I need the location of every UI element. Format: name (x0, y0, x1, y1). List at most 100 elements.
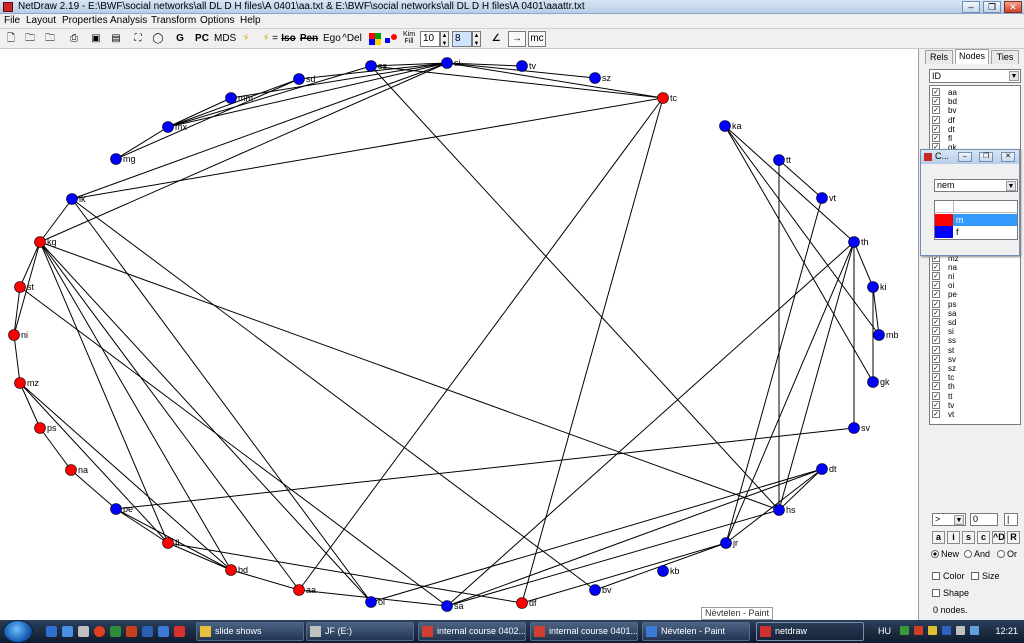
radio-new-indicator[interactable] (931, 550, 939, 558)
node-list-item[interactable]: ✓ sv (930, 354, 1020, 364)
checkmark-icon[interactable]: ✓ (932, 88, 940, 96)
node-list-item[interactable]: ✓ vt (930, 410, 1020, 419)
open-folder-icon[interactable]: 🗀 (22, 31, 38, 47)
node-shape-icon[interactable] (383, 31, 399, 47)
popup-maximize-button[interactable]: ❐ (979, 152, 993, 162)
node-mz[interactable] (14, 377, 26, 389)
color-palette-icon[interactable] (367, 31, 383, 47)
invert-selection-button[interactable]: i (947, 531, 960, 544)
quicklaunch-powerpoint-icon[interactable] (126, 626, 137, 637)
quicklaunch-desktop-icon[interactable] (46, 626, 57, 637)
menu-layout[interactable]: Layout (26, 15, 56, 26)
tab-rels[interactable]: Rels (925, 50, 953, 64)
node-list-item[interactable]: ✓ bv (930, 106, 1020, 115)
new-file-icon[interactable]: 🗋 (3, 31, 19, 47)
node-vt[interactable] (816, 192, 828, 204)
tab-ties[interactable]: Ties (991, 50, 1019, 64)
node-tc[interactable] (657, 92, 669, 104)
spin-value-1[interactable]: 10 (420, 31, 440, 47)
taskbar-button[interactable]: slide shows (196, 622, 304, 641)
checkbox-shape-box[interactable] (932, 589, 940, 597)
node-lk[interactable] (66, 193, 78, 205)
node-list-item[interactable]: ✓ sz (930, 364, 1020, 373)
checkmark-icon[interactable]: ✓ (932, 318, 940, 326)
checkmark-icon[interactable]: ✓ (932, 391, 940, 400)
ego-button[interactable]: Ego (323, 31, 341, 47)
spin-1-arrows[interactable]: ▲ ▼ (440, 31, 449, 47)
node-tv[interactable] (516, 60, 528, 72)
kim-fill-button[interactable]: Kim Fill (402, 31, 416, 47)
node-bv[interactable] (589, 584, 601, 596)
spin-value-2[interactable]: 8 (452, 31, 472, 47)
node-aa[interactable] (293, 584, 305, 596)
node-gk[interactable] (867, 376, 879, 388)
node-list-item[interactable]: ✓ pe (930, 290, 1020, 299)
line-width-icon[interactable]: ∠ (488, 31, 504, 47)
taskbar-button[interactable]: netdraw (756, 622, 864, 641)
tray-bluetooth-icon[interactable] (942, 626, 951, 635)
node-pe[interactable] (110, 503, 122, 515)
node-sa[interactable] (441, 600, 453, 612)
node-kb[interactable] (657, 565, 669, 577)
menu-properties[interactable]: Properties (62, 15, 108, 26)
checkmark-icon[interactable]: ✓ (932, 382, 940, 391)
language-indicator[interactable]: HU (878, 626, 891, 636)
chevron-down-icon[interactable]: ▼ (1009, 71, 1019, 81)
minimize-button[interactable]: – (962, 1, 980, 13)
color-legend-table[interactable]: mf (934, 200, 1018, 240)
maximize-button[interactable]: ❐ (983, 1, 1001, 13)
checkmark-icon[interactable]: ✓ (932, 410, 940, 418)
node-sz[interactable] (589, 72, 601, 84)
node-sd[interactable] (293, 73, 305, 85)
menu-analysis[interactable]: Analysis (110, 15, 147, 26)
node-list-item[interactable]: ✓ dt (930, 124, 1020, 134)
checkmark-icon[interactable]: ✓ (932, 327, 940, 336)
close-button[interactable]: ✕ (1004, 1, 1022, 13)
mc-button[interactable]: mc (528, 31, 546, 47)
quicklaunch-ucinet-icon[interactable] (174, 626, 185, 637)
node-ki[interactable] (867, 281, 879, 293)
checkbox-color-box[interactable] (932, 572, 940, 580)
radio-new[interactable]: New (931, 549, 959, 559)
taskbar-button[interactable]: internal course 0402... (418, 622, 526, 641)
radio-or[interactable]: Or (997, 549, 1017, 559)
node-th[interactable] (848, 236, 860, 248)
network-graph[interactable]: aa bd bv df dt fl gk hs jr ka kb kg ki lk mb mg mm mx mz na… (0, 49, 918, 620)
restore-button[interactable]: R (1007, 531, 1020, 544)
checkmark-icon[interactable]: ✓ (932, 308, 940, 317)
node-df[interactable] (516, 597, 528, 609)
layout-grid-icon[interactable]: ▤ (108, 31, 124, 47)
attribute-select[interactable]: ID ▼ (929, 69, 1021, 83)
popup-title-bar[interactable]: C... – ❐ ✕ (921, 150, 1019, 164)
checkmark-icon[interactable]: ✓ (932, 106, 940, 115)
node-list-item[interactable]: ✓ tv (930, 400, 1020, 410)
taskbar-button[interactable]: Névtelen - Paint (642, 622, 750, 641)
start-button[interactable] (3, 620, 33, 643)
circle-layout-icon[interactable]: ◯ (150, 31, 166, 47)
node-kg[interactable] (34, 236, 46, 248)
checkmark-icon[interactable]: ✓ (932, 272, 940, 280)
checkmark-icon[interactable]: ✓ (932, 299, 940, 308)
checkmark-icon[interactable]: ✓ (932, 400, 940, 409)
spin-2-arrows[interactable]: ▲ ▼ (472, 31, 481, 47)
radio-or-indicator[interactable] (997, 550, 1005, 558)
node-mx[interactable] (162, 121, 174, 133)
node-oi[interactable] (365, 596, 377, 608)
node-list-item[interactable]: ✓ tc (930, 373, 1020, 382)
taskbar-button[interactable]: internal course 0401... (530, 622, 638, 641)
quicklaunch-ie-icon[interactable] (158, 626, 169, 637)
node-list-item[interactable]: ✓ aa (930, 88, 1020, 97)
node-dt[interactable] (816, 463, 828, 475)
menu-transform[interactable]: Transform (151, 15, 196, 26)
chevron-down-icon[interactable]: ▼ (954, 515, 964, 525)
node-list-item[interactable]: ✓ bd (930, 97, 1020, 106)
select-all-button[interactable]: a (932, 531, 945, 544)
popup-minimize-button[interactable]: – (958, 152, 972, 162)
checkmark-icon[interactable]: ✓ (932, 281, 940, 290)
checkmark-icon[interactable]: ✓ (932, 124, 940, 133)
node-mb[interactable] (873, 329, 885, 341)
node-na[interactable] (65, 464, 77, 476)
node-list-item[interactable]: ✓ th (930, 382, 1020, 391)
node-st[interactable] (14, 281, 26, 293)
popup-close-button[interactable]: ✕ (1001, 152, 1015, 162)
